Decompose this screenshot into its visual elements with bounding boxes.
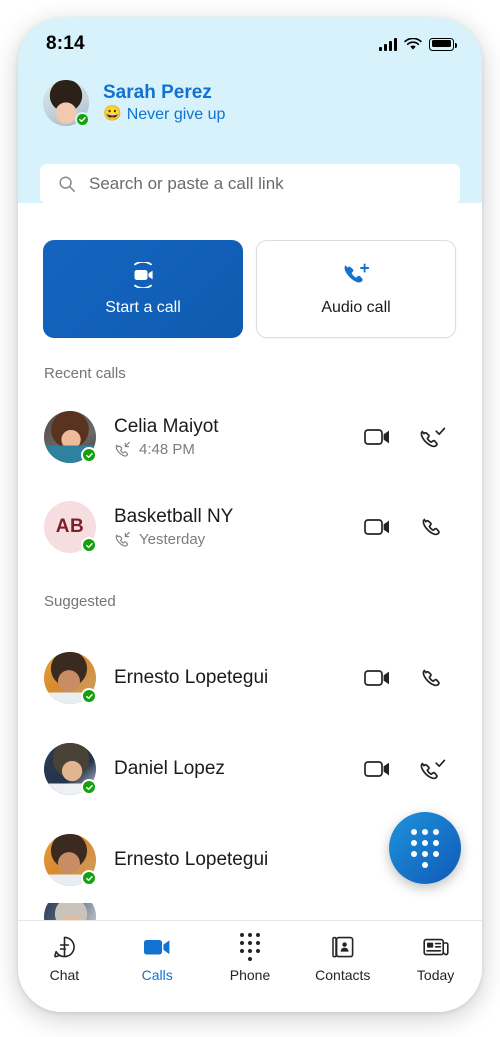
meet-now-video-icon — [134, 261, 153, 288]
app-header: 8:14 Sarah Perez 😀 Never give up Search … — [18, 18, 482, 204]
presence-available-icon — [75, 112, 90, 127]
quick-actions: Start a call Audio call — [43, 240, 457, 338]
contact-name: Celia Maiyot — [114, 416, 219, 438]
call-time: 4:48 PM — [139, 440, 195, 458]
chat-bubble-icon — [52, 934, 77, 960]
row-text: Basketball NY Yesterday — [114, 506, 364, 548]
table-row[interactable]: AB Basketball NY Yesterday — [18, 486, 482, 568]
call-incoming-icon — [115, 442, 130, 457]
signal-bars-icon — [379, 37, 397, 51]
call-checkmark-icon[interactable] — [418, 425, 446, 449]
video-call-icon[interactable] — [364, 758, 392, 780]
nav-item-today[interactable]: Today — [389, 934, 482, 983]
presence-available-icon — [81, 688, 97, 704]
list-item[interactable]: Daniel Lopez — [18, 728, 482, 810]
section-header-suggested: Suggested — [44, 593, 116, 610]
presence-available-icon — [81, 447, 97, 463]
list-item[interactable]: Ernesto Lopetegui — [18, 637, 482, 719]
table-row[interactable]: Celia Maiyot 4:48 PM — [18, 396, 482, 478]
avatar[interactable] — [44, 834, 97, 886]
search-placeholder: Search or paste a call link — [89, 174, 284, 193]
avatar[interactable]: AB — [44, 501, 97, 553]
avatar[interactable] — [44, 652, 97, 704]
call-icon[interactable] — [418, 666, 446, 690]
status-bar-icons — [379, 37, 457, 51]
avatar[interactable] — [43, 80, 90, 127]
video-call-icon[interactable] — [364, 426, 392, 448]
row-actions — [364, 515, 446, 539]
dialpad-fab-button[interactable] — [389, 812, 461, 884]
calls-content: Start a call Audio call Recent calls Cel… — [18, 203, 482, 1012]
video-camera-icon — [143, 934, 172, 960]
nav-label-today: Today — [416, 967, 455, 983]
video-call-icon[interactable] — [364, 516, 392, 538]
today-news-icon — [422, 934, 449, 960]
section-header-recent-calls: Recent calls — [44, 365, 126, 382]
nav-item-chat[interactable]: Chat — [18, 934, 111, 983]
status-emoji-icon: 😀 — [103, 105, 122, 123]
bottom-navigation: Chat Calls Phone Contacts Today — [18, 920, 482, 1012]
status-bar: 8:14 — [18, 18, 482, 70]
phone-frame: 8:14 Sarah Perez 😀 Never give up Search … — [18, 18, 482, 1012]
call-incoming-icon — [115, 532, 130, 547]
contact-name: Basketball NY — [114, 506, 234, 528]
nav-item-contacts[interactable]: Contacts — [296, 934, 389, 983]
status-bar-time: 8:14 — [46, 33, 85, 54]
video-call-icon[interactable] — [364, 667, 392, 689]
search-input[interactable]: Search or paste a call link — [40, 164, 460, 204]
nav-label-phone: Phone — [229, 967, 271, 983]
dialpad-icon — [411, 828, 439, 868]
contact-name: Ernesto Lopetegui — [114, 667, 269, 689]
call-meta: Yesterday — [114, 531, 364, 548]
nav-label-calls: Calls — [141, 967, 173, 983]
presence-available-icon — [81, 870, 97, 886]
avatar[interactable] — [44, 411, 97, 463]
row-text: Celia Maiyot 4:48 PM — [114, 416, 364, 458]
dialpad-icon — [239, 933, 260, 961]
nav-label-chat: Chat — [49, 967, 80, 983]
presence-available-icon — [81, 537, 97, 553]
call-icon[interactable] — [418, 515, 446, 539]
profile-text: Sarah Perez 😀 Never give up — [103, 82, 225, 124]
profile-status-text: Never give up — [126, 105, 226, 123]
contact-name: Daniel Lopez — [114, 758, 225, 780]
screenshot-root: 8:14 Sarah Perez 😀 Never give up Search … — [0, 0, 500, 1037]
row-actions — [364, 757, 446, 781]
avatar[interactable] — [44, 743, 97, 795]
start-a-call-button[interactable]: Start a call — [43, 240, 243, 338]
row-text: Daniel Lopez — [114, 758, 364, 780]
row-text: Ernesto Lopetegui — [114, 849, 418, 871]
audio-call-button[interactable]: Audio call — [256, 240, 456, 338]
wifi-icon — [404, 37, 422, 50]
row-actions — [364, 666, 446, 690]
profile-row[interactable]: Sarah Perez 😀 Never give up — [43, 80, 225, 127]
contact-name: Ernesto Lopetegui — [114, 849, 269, 871]
nav-item-phone[interactable]: Phone — [204, 933, 297, 983]
profile-status[interactable]: 😀 Never give up — [103, 105, 225, 124]
call-checkmark-icon[interactable] — [418, 757, 446, 781]
row-actions — [364, 425, 446, 449]
audio-call-label: Audio call — [321, 298, 391, 316]
battery-full-icon — [429, 37, 457, 51]
nav-label-contacts: Contacts — [315, 967, 371, 983]
search-icon — [59, 176, 75, 192]
presence-available-icon — [81, 779, 97, 795]
start-a-call-label: Start a call — [105, 298, 181, 316]
phone-add-icon — [344, 262, 370, 282]
nav-item-calls[interactable]: Calls — [111, 934, 204, 983]
profile-name: Sarah Perez — [103, 81, 212, 103]
call-meta: 4:48 PM — [114, 441, 364, 458]
call-time: Yesterday — [139, 530, 206, 548]
row-text: Ernesto Lopetegui — [114, 667, 364, 689]
contacts-book-icon — [331, 934, 355, 960]
